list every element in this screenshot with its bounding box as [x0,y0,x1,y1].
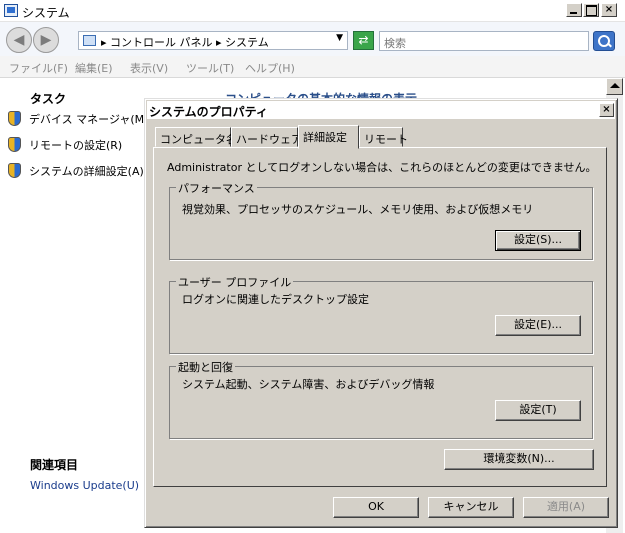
window-titlebar: システム × [0,0,625,22]
admin-notice: Administrator としてログオンしない場合は、これらのほとんどの変更は… [167,161,597,174]
tab-advanced[interactable]: 詳細設定 [298,125,359,149]
tasks-header: タスク [30,92,67,106]
menu-tools[interactable]: ツール(T) [186,60,234,76]
control-panel-icon [83,35,96,46]
window-title: システム [22,6,70,20]
group-description: ログオンに関連したデスクトップ設定 [182,293,369,306]
task-label: リモートの設定(R) [29,139,123,152]
task-label: デバイス マネージャ(M) [29,113,149,126]
task-remote-settings[interactable]: リモートの設定(R) [8,137,122,153]
cancel-button[interactable]: キャンセル [428,497,514,518]
startup-settings-button[interactable]: 設定(T) [495,400,581,421]
scroll-up-button[interactable] [606,78,623,95]
shield-icon [8,163,21,178]
ok-button[interactable]: OK [333,497,419,518]
close-window-button[interactable]: × [601,3,617,17]
address-toolbar: ◀ ▶ ▸ コントロール パネル ▸ システム ▼ ⇄ 検索 [0,22,625,56]
refresh-button[interactable]: ⇄ [353,31,374,50]
menu-edit[interactable]: 編集(E) [75,60,113,76]
profile-settings-button[interactable]: 設定(E)... [495,315,581,336]
forward-button[interactable]: ▶ [33,27,59,53]
maximize-button[interactable] [583,3,599,17]
related-header: 関連項目 [30,458,79,472]
dialog-titlebar: システムのプロパティ × [147,101,615,119]
performance-settings-button[interactable]: 設定(S)... [495,230,581,251]
tab-hardware[interactable]: ハードウェア [231,127,302,147]
search-icon[interactable] [593,31,615,51]
system-properties-dialog: システムのプロパティ × コンピュータ名 ハードウェア 詳細設定 リモート Ad… [144,98,618,528]
group-label: ユーザー プロファイル [176,274,294,290]
task-label: システムの詳細設定(A) [29,165,144,178]
group-label: パフォーマンス [176,180,257,196]
minimize-button[interactable] [566,3,582,17]
menu-file[interactable]: ファイル(F) [9,60,68,76]
group-description: システム起動、システム障害、およびデバッグ情報 [182,378,435,391]
system-window-icon [4,4,18,17]
search-input[interactable]: 検索 [379,31,589,51]
menu-view[interactable]: 表示(V) [130,60,168,76]
task-advanced-settings[interactable]: システムの詳細設定(A) [8,163,144,179]
shield-icon [8,111,21,126]
menu-bar: ファイル(F) 編集(E) 表示(V) ツール(T) ヘルプ(H) [0,56,625,78]
task-device-manager[interactable]: デバイス マネージャ(M) [8,111,148,127]
address-path: ▸ コントロール パネル ▸ システム [101,36,269,49]
environment-variables-button[interactable]: 環境変数(N)... [444,449,594,470]
menu-help[interactable]: ヘルプ(H) [245,60,295,76]
group-label: 起動と回復 [176,359,235,375]
shield-icon [8,137,21,152]
task-pane: タスク デバイス マネージャ(M) リモートの設定(R) システムの詳細設定(A… [0,78,150,533]
dialog-title: システムのプロパティ [149,105,268,119]
chevron-down-icon[interactable]: ▼ [336,33,343,43]
group-description: 視覚効果、プロセッサのスケジュール、メモリ使用、および仮想メモリ [182,203,534,216]
windows-update-link[interactable]: Windows Update(U) [30,479,139,492]
apply-button[interactable]: 適用(A) [523,497,609,518]
address-bar[interactable]: ▸ コントロール パネル ▸ システム ▼ [78,31,348,50]
tab-remote[interactable]: リモート [359,127,408,147]
back-button[interactable]: ◀ [6,27,32,53]
dialog-close-button[interactable]: × [599,103,614,117]
tab-computer-name[interactable]: コンピュータ名 [155,127,237,147]
